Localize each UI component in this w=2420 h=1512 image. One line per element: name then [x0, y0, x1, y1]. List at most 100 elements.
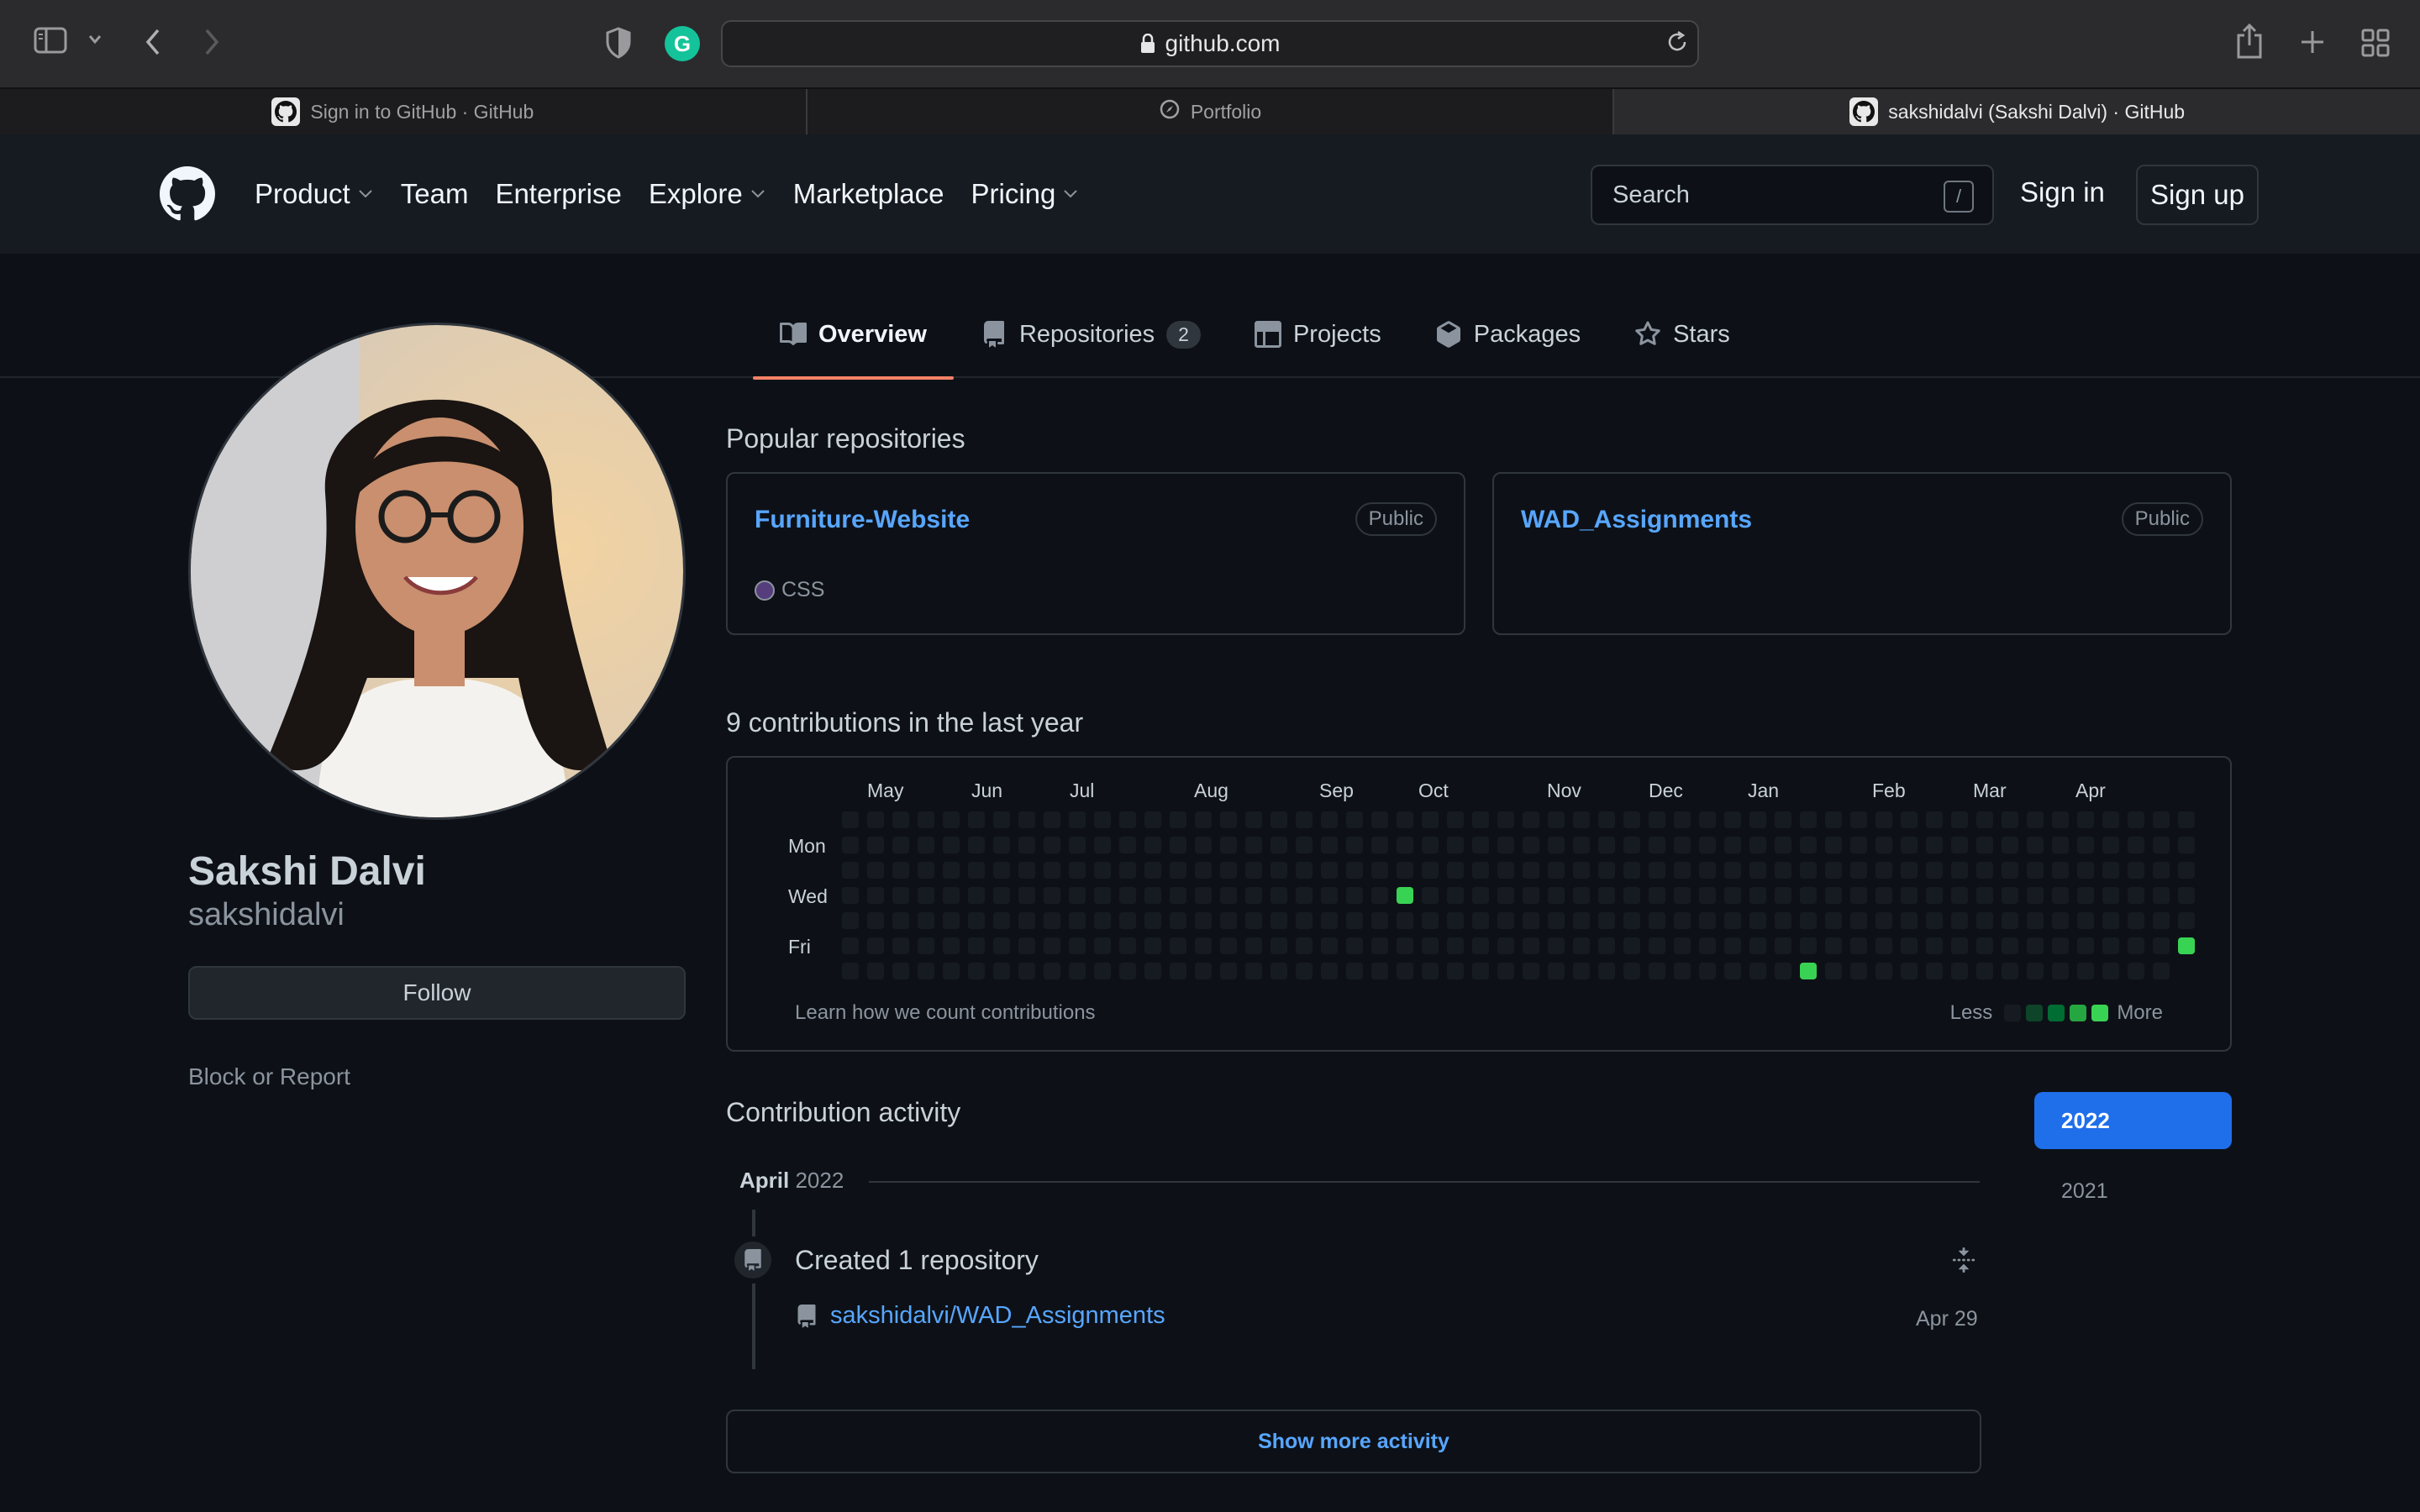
contribution-day[interactable] [1195, 912, 1212, 929]
contribution-day[interactable] [1245, 887, 1262, 904]
contribution-day[interactable] [1497, 837, 1514, 853]
contribution-day[interactable] [2077, 887, 2094, 904]
contribution-day[interactable] [1220, 887, 1237, 904]
contribution-day[interactable] [2002, 963, 2018, 979]
contribution-day[interactable] [867, 887, 884, 904]
contribution-day[interactable] [1144, 862, 1161, 879]
contribution-day[interactable] [2002, 912, 2018, 929]
contribution-day[interactable] [1699, 887, 1716, 904]
contribution-day[interactable] [1220, 912, 1237, 929]
contribution-day[interactable] [1674, 887, 1691, 904]
contribution-day[interactable] [1447, 837, 1464, 853]
contribution-day[interactable] [1044, 912, 1060, 929]
contribution-day[interactable] [1876, 837, 1892, 853]
contribution-day[interactable] [1876, 887, 1892, 904]
contribution-day[interactable] [2178, 811, 2195, 828]
contribution-day[interactable] [1296, 887, 1313, 904]
contribution-day[interactable] [1069, 887, 1086, 904]
contribution-day[interactable] [1548, 912, 1565, 929]
contribution-day[interactable] [1724, 837, 1741, 853]
contribution-day[interactable] [1018, 912, 1035, 929]
contribution-day[interactable] [1170, 912, 1186, 929]
contribution-day[interactable] [1674, 937, 1691, 954]
contribution-day[interactable] [1170, 837, 1186, 853]
contribution-day[interactable] [1775, 937, 1791, 954]
contribution-day[interactable] [918, 837, 934, 853]
contribution-day[interactable] [1472, 912, 1489, 929]
contribution-day[interactable] [2002, 837, 2018, 853]
contribution-day[interactable] [1749, 837, 1766, 853]
contribution-day[interactable] [1523, 811, 1539, 828]
contribution-day[interactable] [943, 862, 960, 879]
contribution-day[interactable] [2027, 862, 2044, 879]
contribution-day[interactable] [1069, 937, 1086, 954]
contribution-day[interactable] [1144, 937, 1161, 954]
contribution-day[interactable] [2052, 837, 2069, 853]
contribution-day[interactable] [1422, 963, 1439, 979]
browser-tab-profile[interactable]: sakshidalvi (Sakshi Dalvi) · GitHub [1614, 89, 2420, 134]
contribution-day[interactable] [1094, 912, 1111, 929]
contribution-day[interactable] [1951, 887, 1968, 904]
contribution-day[interactable] [1674, 837, 1691, 853]
contribution-day[interactable] [1548, 963, 1565, 979]
contribution-day[interactable] [1649, 811, 1665, 828]
contribution-day[interactable] [2128, 862, 2144, 879]
contribution-day[interactable] [842, 912, 859, 929]
contribution-day[interactable] [2178, 862, 2195, 879]
contribution-day[interactable] [1069, 912, 1086, 929]
repo-link[interactable]: Furniture-Website [755, 506, 970, 534]
contribution-day[interactable] [842, 837, 859, 853]
contribution-day[interactable] [1069, 811, 1086, 828]
contribution-day[interactable] [968, 937, 985, 954]
contribution-day[interactable] [1976, 811, 1993, 828]
contribution-day[interactable] [1548, 887, 1565, 904]
contribution-day[interactable] [1270, 912, 1287, 929]
reload-icon[interactable] [1665, 30, 1689, 54]
contribution-day[interactable] [1800, 887, 1817, 904]
contribution-day[interactable] [943, 912, 960, 929]
contribution-day[interactable] [1044, 963, 1060, 979]
contribution-day[interactable] [1598, 963, 1615, 979]
contribution-day[interactable] [1321, 963, 1338, 979]
contribution-day[interactable] [1901, 811, 1918, 828]
contribution-day[interactable] [1195, 811, 1212, 828]
contribution-day[interactable] [1926, 811, 1943, 828]
contribution-day[interactable] [1447, 887, 1464, 904]
contribution-day[interactable] [1623, 912, 1640, 929]
contribution-day[interactable] [1951, 963, 1968, 979]
contribution-day[interactable] [1724, 912, 1741, 929]
contribution-day[interactable] [1044, 937, 1060, 954]
contribution-day[interactable] [2128, 912, 2144, 929]
contribution-day[interactable] [1850, 887, 1867, 904]
contribution-day[interactable] [867, 811, 884, 828]
contribution-day[interactable] [1472, 963, 1489, 979]
year-2022-button[interactable]: 2022 [2034, 1092, 2232, 1149]
contribution-day[interactable] [1649, 912, 1665, 929]
new-tab-icon[interactable] [2299, 29, 2326, 55]
contribution-day[interactable] [1926, 887, 1943, 904]
fold-icon[interactable] [1951, 1247, 1976, 1278]
contribution-day[interactable] [1548, 837, 1565, 853]
contribution-day[interactable] [2153, 912, 2170, 929]
contribution-day[interactable] [2128, 963, 2144, 979]
contribution-day[interactable] [1245, 912, 1262, 929]
contribution-day[interactable] [892, 937, 909, 954]
back-icon[interactable] [143, 27, 163, 57]
contribution-day[interactable] [1397, 937, 1413, 954]
contribution-day[interactable] [1447, 963, 1464, 979]
contribution-day[interactable] [1170, 811, 1186, 828]
contribution-day[interactable] [1825, 837, 1842, 853]
contribution-day[interactable] [1371, 837, 1388, 853]
contribution-day[interactable] [1245, 862, 1262, 879]
contribution-day[interactable] [2102, 912, 2119, 929]
follow-button[interactable]: Follow [188, 966, 686, 1020]
contribution-day[interactable] [1699, 937, 1716, 954]
contribution-day[interactable] [1876, 937, 1892, 954]
contribution-day[interactable] [1976, 887, 1993, 904]
contribution-day[interactable] [993, 811, 1010, 828]
contribution-day[interactable] [1825, 811, 1842, 828]
contribution-day[interactable] [1018, 862, 1035, 879]
contribution-day[interactable] [1447, 937, 1464, 954]
contribution-day[interactable] [2027, 887, 2044, 904]
contribution-day[interactable] [1674, 862, 1691, 879]
